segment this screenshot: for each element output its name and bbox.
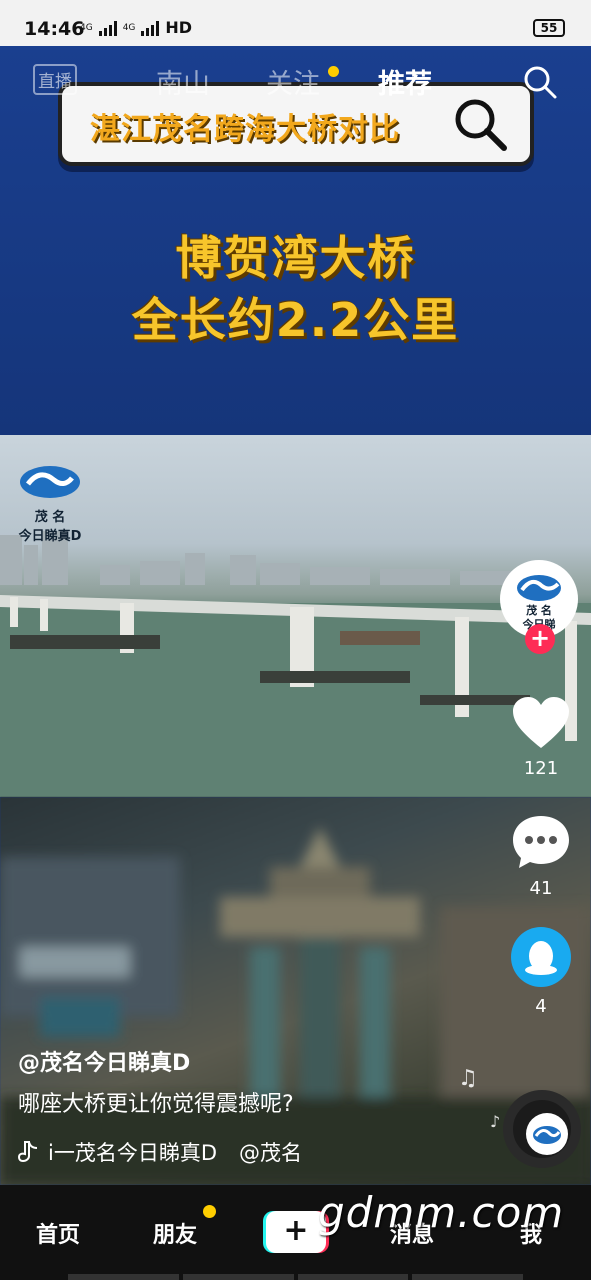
status-bar: 14:46 4G 4G HD 55 — [0, 0, 591, 46]
search-banner-text: 湛江茂名跨海大桥对比 — [90, 112, 400, 147]
headline-line-2: 全长约2.2公里 — [131, 293, 460, 347]
site-watermark: gdmm.com — [318, 1188, 565, 1237]
video-player[interactable]: 湛江茂名跨海大桥对比 博贺湾大桥 全长约2.2公里 茂 名 今日睇真D — [0, 46, 591, 1185]
author-username[interactable]: @茂名今日睇真D — [18, 1045, 190, 1077]
music-title: i一茂名今日睇真D — [48, 1141, 218, 1165]
headline-line-1: 博贺湾大桥 — [175, 231, 416, 285]
douyin-note-icon — [18, 1141, 38, 1163]
share-button[interactable]: 4 — [505, 926, 577, 1017]
music-info[interactable]: i一茂名今日睇真D @茂名 — [18, 1137, 302, 1167]
tab-following[interactable]: 关注 — [266, 62, 320, 101]
follow-button[interactable]: + — [525, 624, 555, 654]
qq-penguin-icon — [511, 927, 571, 987]
like-count: 121 — [523, 758, 559, 779]
floating-note-icon: ♫ — [458, 1066, 478, 1091]
hd-indicator: HD — [165, 18, 193, 37]
avatar-text-1: 茂 名 — [526, 603, 552, 617]
network-indicators: 4G 4G HD — [80, 18, 192, 37]
heart-icon — [513, 697, 569, 748]
signal-icon — [98, 20, 117, 36]
watermark-line-2: 今日睇真D — [18, 529, 82, 544]
comment-count: 41 — [529, 878, 553, 899]
comment-button[interactable]: 41 — [505, 814, 577, 899]
network-type-2: 4G — [122, 22, 136, 33]
tab-nanshan[interactable]: 南山 — [156, 62, 210, 101]
top-tabs: 南山 关注 推荐 — [0, 62, 591, 106]
network-type-1: 4G — [80, 22, 93, 33]
watermark-line-1: 茂 名 — [34, 510, 66, 525]
search-icon[interactable] — [522, 64, 558, 100]
tab-recommended[interactable]: 推荐 — [378, 62, 432, 101]
battery-icon: 55 — [533, 19, 565, 37]
music-mention: @茂名 — [239, 1141, 303, 1165]
plus-icon: + — [266, 1211, 326, 1253]
nav-friends[interactable]: 朋友 — [153, 1217, 197, 1249]
maoming-logo-icon — [20, 466, 80, 498]
following-badge — [328, 66, 339, 77]
video-caption: 哪座大桥更让你觉得震撼呢? — [18, 1092, 294, 1117]
disc-logo-icon — [526, 1113, 568, 1155]
like-button[interactable]: 121 — [505, 696, 577, 779]
share-count: 4 — [535, 996, 547, 1017]
comment-bubble-icon — [513, 816, 569, 868]
channel-watermark-logo: 茂 名 今日睇真D — [10, 462, 90, 544]
signal-icon-2 — [141, 20, 160, 36]
friends-badge — [203, 1205, 216, 1218]
nav-home[interactable]: 首页 — [36, 1217, 80, 1249]
music-disc[interactable] — [503, 1090, 581, 1168]
floating-note-icon-2: ♪ — [490, 1112, 501, 1131]
gesture-bar — [68, 1274, 523, 1280]
status-time: 14:46 — [24, 18, 85, 40]
